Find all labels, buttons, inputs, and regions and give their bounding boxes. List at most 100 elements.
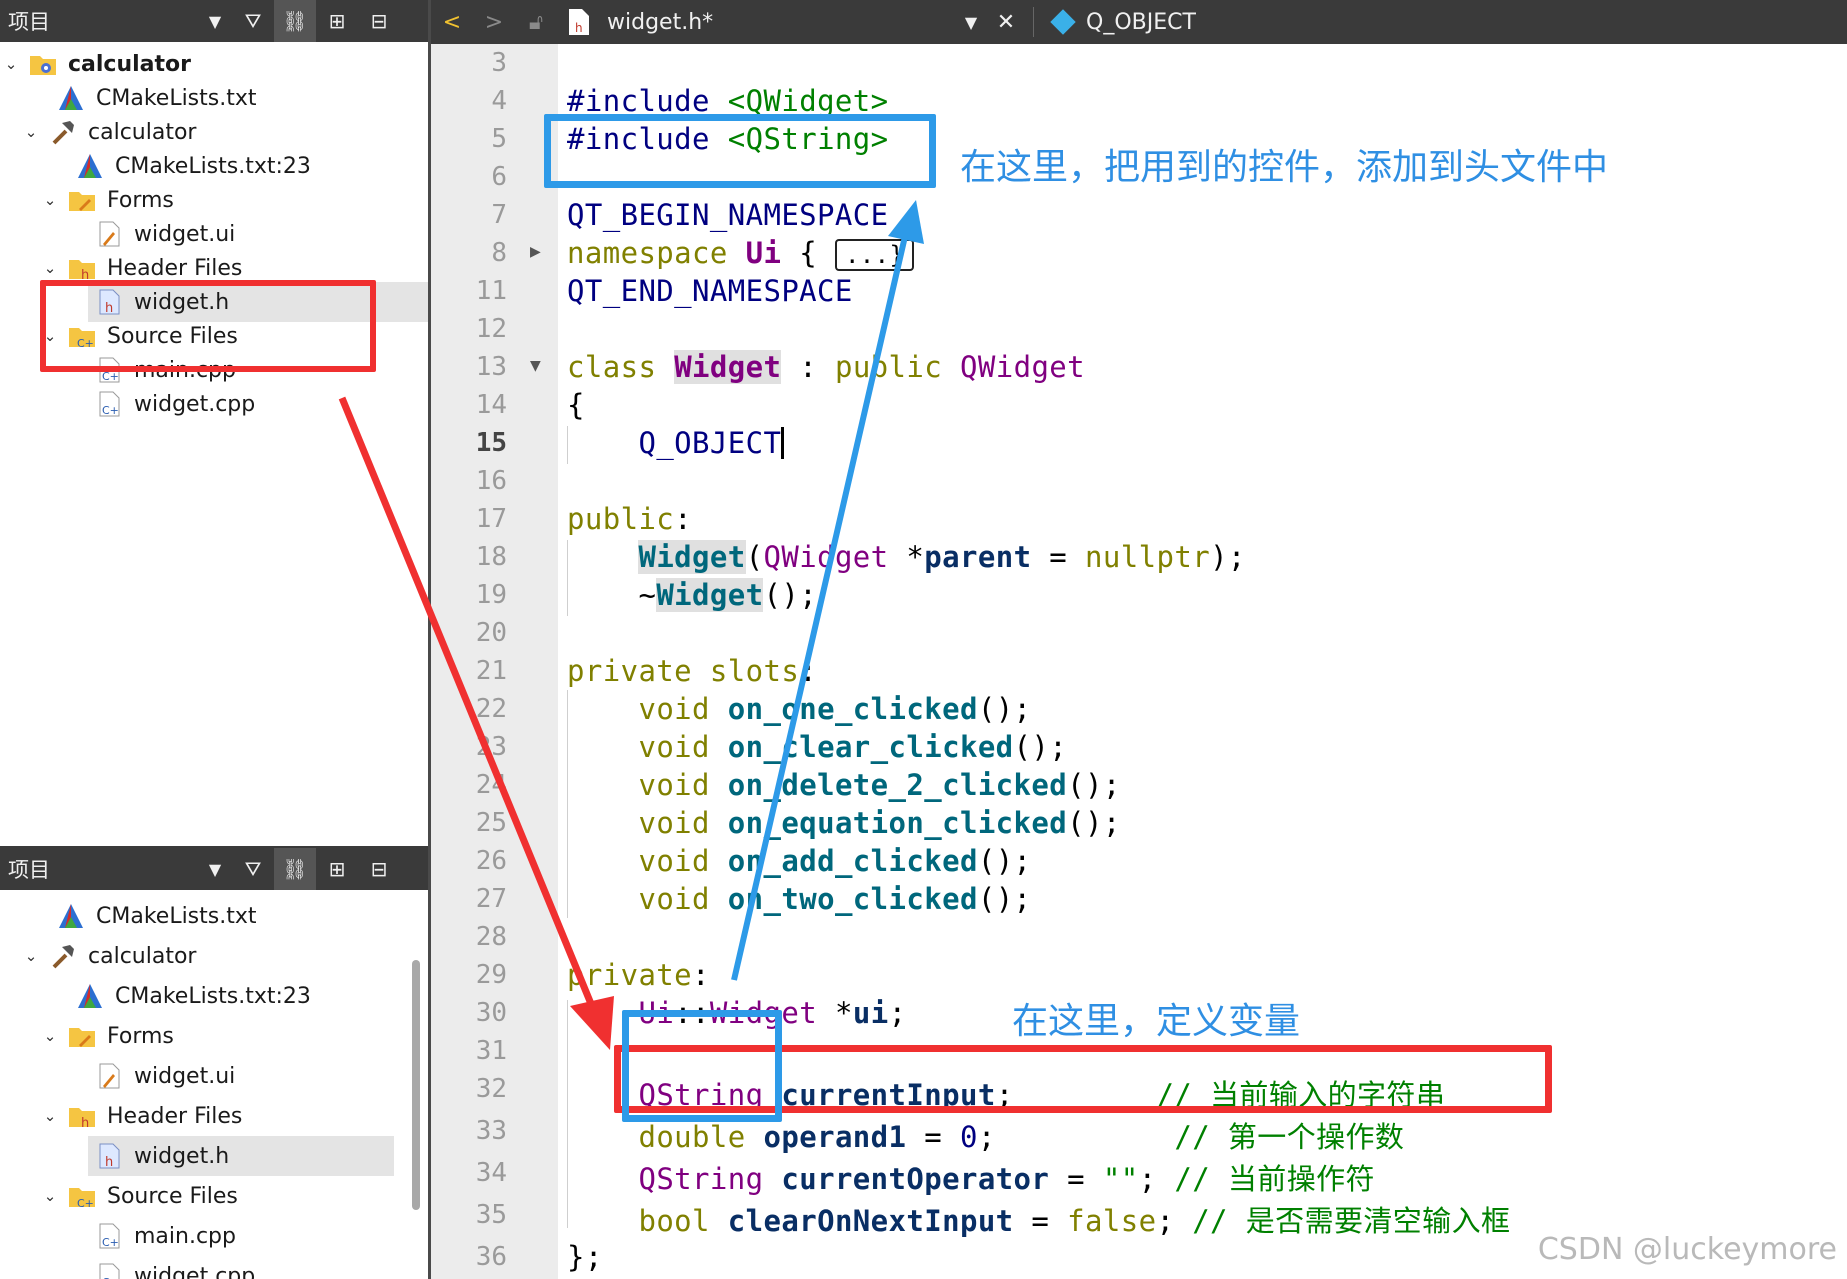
line-number: 21 <box>475 656 507 686</box>
highlight-qstring-box <box>622 1010 782 1122</box>
line-number: 32 <box>475 1074 507 1104</box>
highlight-include-box <box>544 114 936 188</box>
tree-item-label: CMakeLists.txt:23 <box>115 153 311 179</box>
ui-file-icon <box>99 1063 120 1089</box>
highlight-header-files-box <box>40 280 376 372</box>
line-number: 30 <box>475 998 507 1028</box>
tree-item-source-files[interactable]: ⌄ C+ Source Files <box>0 1176 428 1216</box>
tree-item-calculator-target[interactable]: ⌄ calculator <box>0 936 428 976</box>
fold-expand-icon[interactable]: ▶ <box>530 244 541 260</box>
line-number: 16 <box>475 466 507 496</box>
cmake-icon <box>78 984 102 1008</box>
line-number: 23 <box>475 732 507 762</box>
chevron-down-icon[interactable]: ⌄ <box>39 259 61 277</box>
filter-icon[interactable]: ⛛ <box>232 0 274 42</box>
chevron-down-icon[interactable]: ⌄ <box>20 123 42 141</box>
tree-item-widget-cpp[interactable]: C+ widget.cpp <box>0 1256 428 1279</box>
link-icon[interactable]: ⛓ <box>274 848 316 890</box>
annotation-define-note: 在这里，定义变量 <box>1012 1001 1301 1042</box>
close-panel-icon[interactable]: ⊟ <box>358 0 400 42</box>
link-icon[interactable]: ⛓ <box>274 0 316 42</box>
tree-item-header-files[interactable]: ⌄ h Header Files <box>0 1096 428 1136</box>
tree-item-forms[interactable]: ⌄ Forms <box>0 1016 428 1056</box>
project-panel-toolbar: 项目 ▼ ⛛ ⛓ ⊞ ⊟ <box>0 0 428 42</box>
line-number: 33 <box>475 1116 507 1146</box>
chevron-down-icon[interactable]: ⌄ <box>39 1187 61 1205</box>
chevron-down-icon[interactable]: ⌄ <box>39 191 61 209</box>
tree-item-widget-h[interactable]: h widget.h <box>88 1136 394 1176</box>
fold-collapse-icon[interactable]: ▼ <box>530 358 541 374</box>
symbol-selector[interactable]: Q_OBJECT <box>1040 9 1196 35</box>
tree-scrollbar[interactable] <box>412 960 420 1210</box>
project-panel-bottom: 项目 ▼ ⛛ ⛓ ⊞ ⊟ CMakeLists.txt ⌄ calculator… <box>0 848 428 1279</box>
tree-item-label: Header Files <box>107 255 243 281</box>
split-icon[interactable]: ⊞ <box>316 848 358 890</box>
line-number: 4 <box>491 86 507 116</box>
forms-folder-icon <box>69 192 95 211</box>
line-number: 36 <box>475 1242 507 1272</box>
panel-dropdown-icon[interactable]: ▼ <box>198 0 232 42</box>
open-file-selector[interactable]: h widget.h* <box>557 8 957 36</box>
tree-item-widget-cpp[interactable]: C+ widget.cpp <box>0 384 428 424</box>
cmake-icon <box>78 154 102 178</box>
close-icon[interactable]: ✕ <box>985 0 1027 44</box>
back-arrow-icon[interactable]: < <box>431 0 473 44</box>
chevron-down-icon[interactable]: ⌄ <box>20 947 42 965</box>
code-line-21: private slots: <box>567 654 818 688</box>
panel-dropdown-icon[interactable]: ▼ <box>198 848 232 890</box>
project-folder-icon <box>30 56 56 75</box>
tree-item-cmakelists[interactable]: CMakeLists.txt <box>0 896 428 936</box>
tree-item-label: widget.ui <box>134 221 236 247</box>
svg-text:h: h <box>575 21 583 35</box>
code-line-25: void on_equation_clicked(); <box>638 806 1121 840</box>
chevron-down-icon[interactable]: ⌄ <box>39 1107 61 1125</box>
code-line-19: ~Widget(); <box>567 578 818 612</box>
collapsed-block[interactable]: ...} <box>834 239 915 271</box>
code-line-36: }; <box>567 1240 603 1274</box>
header-file-icon: h <box>569 9 589 35</box>
line-number: 13 <box>475 352 507 382</box>
close-panel-icon[interactable]: ⊟ <box>358 848 400 890</box>
svg-text:h: h <box>105 1155 113 1170</box>
line-number: 6 <box>491 162 507 192</box>
tree-item-label: calculator <box>68 51 191 77</box>
line-number: 25 <box>475 808 507 838</box>
cpp-file-icon: C+ <box>99 1263 120 1279</box>
line-number: 18 <box>475 542 507 572</box>
line-number: 31 <box>475 1036 507 1066</box>
tree-item-label: widget.cpp <box>134 391 256 417</box>
tree-item-widget-ui[interactable]: widget.ui <box>0 1056 428 1096</box>
chevron-down-icon[interactable]: ⌄ <box>0 55 22 73</box>
tree-item-main-cpp[interactable]: C+ main.cpp <box>0 1216 428 1256</box>
line-number: 28 <box>475 922 507 952</box>
svg-text:C+: C+ <box>102 1236 119 1249</box>
chevron-down-icon[interactable]: ⌄ <box>39 1027 61 1045</box>
tree-item-label: Source Files <box>107 1183 238 1209</box>
tree-item-label: Header Files <box>107 1103 243 1129</box>
header-folder-icon: h <box>69 1108 95 1131</box>
code-line-15: Q_OBJECT <box>567 426 785 460</box>
tree-item-label: CMakeLists.txt <box>96 85 257 111</box>
forms-folder-icon <box>69 1028 95 1047</box>
code-line-18: Widget(QWidget *parent = nullptr); <box>638 540 1246 574</box>
code-line-27: void on_two_clicked(); <box>638 882 1032 916</box>
filter-icon[interactable]: ⛛ <box>232 848 274 890</box>
split-icon[interactable]: ⊞ <box>316 0 358 42</box>
tree-item-cmakelists-23[interactable]: CMakeLists.txt:23 <box>0 976 428 1016</box>
tree-item-label: Forms <box>107 1023 174 1049</box>
source-folder-icon: C+ <box>69 1188 95 1210</box>
svg-text:C+: C+ <box>102 404 119 417</box>
line-number: 22 <box>475 694 507 724</box>
code-line-22: void on_one_clicked(); <box>638 692 1032 726</box>
line-number: 8 <box>491 238 507 268</box>
cpp-file-icon: C+ <box>99 391 120 417</box>
ui-file-icon <box>99 221 120 247</box>
lock-icon[interactable]: 🔓︎ <box>515 0 557 44</box>
dropdown-icon[interactable]: ▼ <box>957 0 985 44</box>
code-line-11: QT_END_NAMESPACE <box>567 274 853 308</box>
code-line-4: #include <QWidget> <box>567 84 889 118</box>
forward-arrow-icon[interactable]: > <box>473 0 515 44</box>
line-number: 7 <box>491 200 507 230</box>
hammer-icon <box>52 945 74 969</box>
text-cursor <box>781 427 785 459</box>
